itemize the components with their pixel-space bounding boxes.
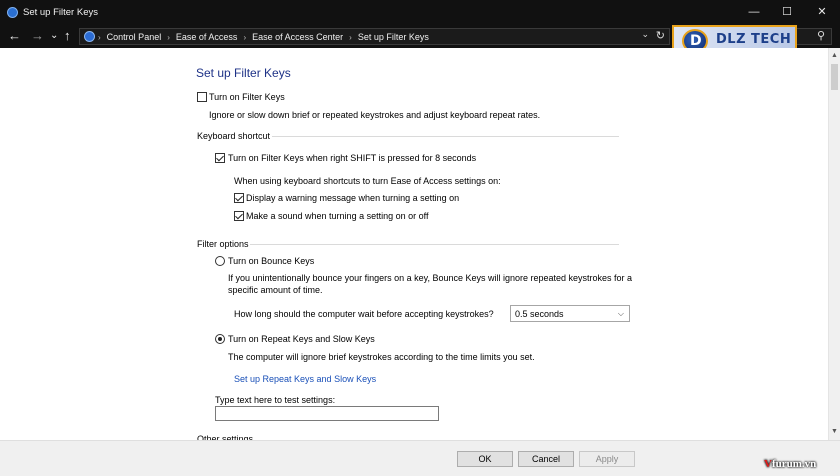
page-title: Set up Filter Keys	[196, 66, 291, 80]
setup-repeat-slow-keys-link[interactable]: Set up Repeat Keys and Slow Keys	[234, 374, 376, 384]
maximize-button[interactable]: ☐	[777, 4, 797, 20]
filter-options-divider	[250, 244, 619, 245]
test-settings-input[interactable]	[215, 406, 439, 421]
filter-options-heading: Filter options	[197, 239, 249, 249]
logo-text: DLZ TECH	[716, 32, 792, 47]
shortcut-intro-text: When using keyboard shortcuts to turn Ea…	[234, 176, 501, 186]
address-dropdown-icon[interactable]: ⌄	[641, 29, 649, 40]
apply-button[interactable]: Apply	[579, 451, 635, 467]
shift-shortcut-checkbox[interactable]	[215, 153, 225, 163]
window-title: Set up Filter Keys	[23, 7, 98, 18]
watermark-text: furum.vn	[771, 458, 817, 470]
refresh-icon[interactable]: ↻	[656, 29, 665, 42]
scroll-down-icon[interactable]: ▼	[829, 426, 840, 438]
test-settings-label: Type text here to test settings:	[215, 395, 336, 405]
bounce-keys-description-line1: If you unintentionally bounce your finge…	[228, 273, 633, 283]
recent-locations-button[interactable]: ⌄	[50, 29, 58, 43]
filter-keys-description: Ignore or slow down brief or repeated ke…	[209, 110, 541, 120]
cancel-button[interactable]: Cancel	[518, 451, 574, 467]
breadcrumb-control-panel[interactable]: Control Panel	[107, 32, 162, 42]
warning-message-label[interactable]: Display a warning message when turning a…	[246, 193, 459, 203]
up-button[interactable]: ↑	[64, 29, 71, 43]
filter-keys-checkbox[interactable]	[197, 92, 207, 102]
close-button[interactable]: ✕	[812, 4, 832, 20]
app-icon	[7, 7, 18, 18]
watermark-v: V	[764, 458, 772, 470]
bounce-keys-description-line2: specific amount of time.	[228, 285, 323, 295]
ok-button[interactable]: OK	[457, 451, 513, 467]
bounce-keys-label[interactable]: Turn on Bounce Keys	[228, 256, 314, 266]
vertical-scrollbar[interactable]: ▲ ▼	[828, 48, 840, 440]
make-sound-label[interactable]: Make a sound when turning a setting on o…	[246, 211, 428, 221]
wait-time-value: 0.5 seconds	[515, 309, 564, 319]
filter-keys-label[interactable]: Turn on Filter Keys	[209, 92, 285, 102]
repeat-slow-keys-description: The computer will ignore brief keystroke…	[228, 352, 535, 362]
title-bar: Set up Filter Keys — ☐ ✕	[0, 0, 840, 25]
wait-time-select[interactable]: 0.5 seconds ⌵	[510, 305, 630, 322]
back-button[interactable]: ←	[8, 29, 21, 43]
shift-shortcut-label[interactable]: Turn on Filter Keys when right SHIFT is …	[228, 153, 476, 163]
keyboard-shortcut-heading: Keyboard shortcut	[197, 131, 271, 141]
corner-watermark: Vfurum.vn	[764, 458, 816, 470]
breadcrumb-ease-of-access[interactable]: Ease of Access	[176, 32, 238, 42]
address-bar[interactable]: › Control Panel › Ease of Access › Ease of Ac…	[79, 28, 670, 45]
repeat-slow-keys-label[interactable]: Turn on Repeat Keys and Slow Keys	[228, 334, 375, 344]
breadcrumb-ease-of-access-center[interactable]: Ease of Access Center	[252, 32, 343, 42]
make-sound-checkbox[interactable]	[234, 211, 244, 221]
chevron-down-icon: ⌵	[617, 309, 624, 318]
dialog-footer: OK Cancel Apply	[0, 440, 840, 476]
breadcrumb: › Control Panel › Ease of Access › Ease of Ac…	[98, 32, 429, 42]
minimize-button[interactable]: —	[744, 4, 764, 20]
breadcrumb-current[interactable]: Set up Filter Keys	[358, 32, 429, 42]
wait-time-label: How long should the computer wait before…	[234, 309, 494, 319]
repeat-slow-keys-radio[interactable]	[215, 334, 225, 344]
scroll-up-icon[interactable]: ▲	[829, 50, 840, 62]
bounce-keys-radio[interactable]	[215, 256, 225, 266]
control-panel-icon	[84, 31, 95, 42]
search-icon[interactable]: ⚲	[817, 29, 825, 42]
forward-button[interactable]: →	[31, 29, 44, 43]
scrollbar-thumb[interactable]	[831, 64, 838, 90]
keyboard-shortcut-divider	[272, 136, 619, 137]
warning-message-checkbox[interactable]	[234, 193, 244, 203]
